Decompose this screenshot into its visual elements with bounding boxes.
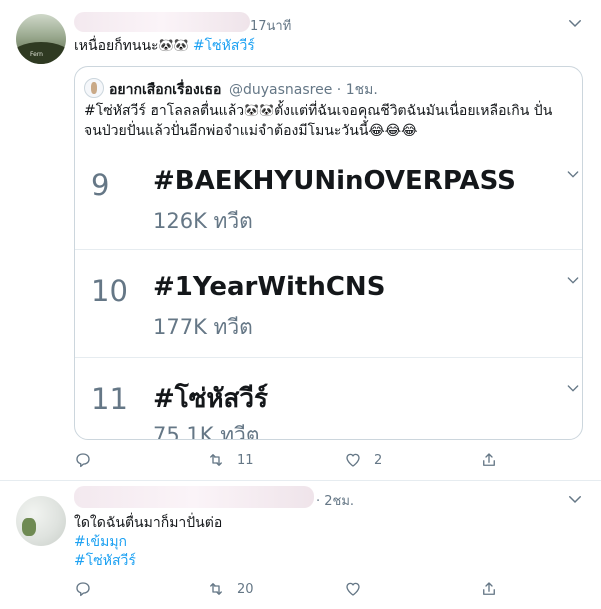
retweet-icon xyxy=(210,454,222,466)
avatar[interactable] xyxy=(16,496,66,546)
trend-item[interactable]: 11 #โซ่หัสวีร์ 75.1K ทวีต xyxy=(75,357,582,440)
quoted-author-handle: @duyasnasree · 1ชม. xyxy=(229,79,378,101)
quoted-text-line1a: #โซ่หัสวีร์ ฮาโลลลตื่นแล้ว xyxy=(84,103,245,119)
trend-rank: 10 xyxy=(91,274,128,308)
reply-icon xyxy=(76,453,90,468)
chevron-down-icon[interactable] xyxy=(565,272,581,288)
chevron-down-icon[interactable] xyxy=(565,166,581,182)
quoted-author-name[interactable]: อยากเสือกเรื่องเธอ xyxy=(109,79,221,101)
quoted-tweet[interactable]: อยากเสือกเรื่องเธอ @duyasnasree · 1ชม. #… xyxy=(74,66,583,440)
tweet-text: ใดใดฉันตื่นมาก็มาปั่นต่อ xyxy=(74,515,223,531)
like-icon xyxy=(346,582,360,596)
quoted-avatar xyxy=(84,78,104,98)
trend-tweet-count: 75.1K ทวีต xyxy=(153,423,260,440)
redacted-username xyxy=(74,12,250,32)
retweet-icon xyxy=(210,583,222,595)
like-count: 2 xyxy=(374,452,383,468)
share-button[interactable] xyxy=(480,578,498,600)
chevron-down-icon[interactable] xyxy=(566,14,584,32)
trend-item[interactable]: 10 #1YearWithCNS 177K ทวีต xyxy=(75,249,582,356)
like-button[interactable] xyxy=(344,578,362,600)
trend-hashtag: #BAEKHYUNinOVERPASS xyxy=(153,166,516,196)
panda-emoji: 🐼 xyxy=(158,38,174,52)
like-button[interactable]: 2 xyxy=(344,449,382,471)
avatar-image xyxy=(22,518,36,536)
panda-emoji: 🐼 xyxy=(173,38,189,52)
panda-emoji: 🐼 xyxy=(259,103,275,117)
chevron-down-icon[interactable] xyxy=(566,490,584,508)
trend-rank: 9 xyxy=(91,168,110,202)
tweet-timestamp[interactable]: · 2ชม. xyxy=(316,490,354,511)
tweet-text: เหนื่อยก็ทนนะ🐼🐼 #โซ่หัสวีร์ xyxy=(74,36,255,56)
retweet-button[interactable]: 20 xyxy=(207,578,254,600)
trend-rank: 11 xyxy=(91,382,128,416)
retweet-count: 11 xyxy=(237,452,254,468)
share-icon xyxy=(483,582,495,595)
trend-hashtag: #1YearWithCNS xyxy=(153,272,386,302)
panda-emoji: 🐼 xyxy=(244,103,260,117)
tweet-text-main: เหนื่อยก็ทนนะ xyxy=(74,38,159,54)
redacted-username xyxy=(74,486,314,508)
retweet-count: 20 xyxy=(237,581,254,597)
retweet-button[interactable]: 11 xyxy=(207,449,254,471)
tweet-timestamp[interactable]: 17นาที xyxy=(250,15,291,36)
quoted-tweet-text: #โซ่หัสวีร์ ฮาโลลลตื่นแล้ว🐼🐼ตั้งแต่ที่ฉั… xyxy=(84,101,576,141)
share-button[interactable] xyxy=(480,449,498,471)
tweet[interactable]: Fern 17นาที เหนื่อยก็ทนนะ🐼🐼 #โซ่หัสวีร์ … xyxy=(0,0,601,481)
like-icon xyxy=(346,453,360,467)
quoted-timestamp: · 1ชม. xyxy=(336,82,378,98)
reply-button[interactable] xyxy=(74,449,92,471)
tweet-actions: 20 xyxy=(74,578,514,600)
quoted-handle: @duyasnasree xyxy=(229,82,333,98)
reply-icon xyxy=(76,582,90,597)
hashtag-link[interactable]: #เข้มมุก xyxy=(74,532,127,552)
quoted-text-line1b: ตั้งแต่ที่ฉันเจอคุณชีวิตฉันมันเนื่อยเหลื… xyxy=(274,103,553,119)
trend-tweet-count: 126K ทวีต xyxy=(153,209,253,233)
trend-hashtag: #โซ่หัสวีร์ xyxy=(153,384,268,414)
hashtag-link[interactable]: #โซ่หัสวีร์ xyxy=(74,551,136,571)
quoted-text-line2: จนป่วยปั่นแล้วปั่นอีกพ่อจำแม่จำต้องมีโมน… xyxy=(84,123,418,139)
share-icon xyxy=(483,453,495,466)
trend-tweet-count: 177K ทวีต xyxy=(153,315,253,339)
hashtag-link[interactable]: #โซ่หัสวีร์ xyxy=(193,38,255,54)
avatar[interactable]: Fern xyxy=(16,14,66,64)
tweet-actions: 11 2 xyxy=(74,449,514,471)
reply-button[interactable] xyxy=(74,578,92,600)
chevron-down-icon[interactable] xyxy=(565,380,581,396)
avatar-watermark: Fern xyxy=(30,51,43,58)
